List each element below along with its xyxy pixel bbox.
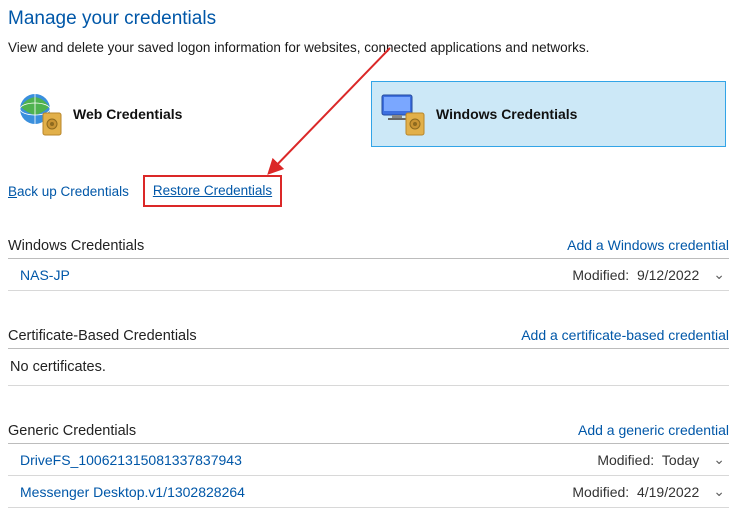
certificate-credentials-section-header: Certificate-Based Credentials Add a cert… bbox=[8, 325, 729, 349]
credential-modified: Modified: 4/19/2022 bbox=[572, 484, 699, 500]
windows-credentials-section-header: Windows Credentials Add a Windows creden… bbox=[8, 235, 729, 259]
annotation-highlight-box: Restore Credentials bbox=[143, 175, 282, 207]
chevron-down-icon[interactable]: ⌄ bbox=[713, 483, 725, 500]
tab-windows-credentials-label: Windows Credentials bbox=[436, 106, 577, 122]
add-generic-credential-link[interactable]: Add a generic credential bbox=[578, 422, 729, 438]
certificate-credentials-title: Certificate-Based Credentials bbox=[8, 328, 197, 344]
tab-web-credentials-label: Web Credentials bbox=[73, 106, 182, 122]
add-windows-credential-link[interactable]: Add a Windows credential bbox=[567, 237, 729, 253]
chevron-down-icon[interactable]: ⌄ bbox=[713, 451, 725, 468]
credential-modified: Modified: Today bbox=[597, 452, 699, 468]
generic-credentials-section-header: Generic Credentials Add a generic creden… bbox=[8, 420, 729, 444]
globe-vault-icon bbox=[15, 89, 65, 139]
credential-row[interactable]: DriveFS_100621315081337837943 Modified: … bbox=[8, 444, 729, 476]
page-title: Manage your credentials bbox=[8, 8, 729, 30]
credential-name: DriveFS_100621315081337837943 bbox=[20, 452, 242, 468]
credential-type-tabs: Web Credentials Windows Credentials bbox=[8, 81, 729, 147]
windows-credentials-title: Windows Credentials bbox=[8, 238, 144, 254]
page-subtitle: View and delete your saved logon informa… bbox=[8, 40, 729, 55]
credential-name: Messenger Desktop.v1/1302828264 bbox=[20, 484, 245, 500]
tab-windows-credentials[interactable]: Windows Credentials bbox=[371, 81, 726, 147]
generic-credentials-title: Generic Credentials bbox=[8, 423, 136, 439]
add-certificate-credential-link[interactable]: Add a certificate-based credential bbox=[521, 327, 729, 343]
credential-name: NAS-JP bbox=[20, 267, 70, 283]
credential-row[interactable]: NAS-JP Modified: 9/12/2022 ⌄ bbox=[8, 259, 729, 291]
credential-modified: Modified: 9/12/2022 bbox=[572, 267, 699, 283]
backup-restore-links: Back up Credentials Restore Credentials bbox=[8, 175, 729, 207]
monitor-vault-icon bbox=[378, 89, 428, 139]
tab-web-credentials[interactable]: Web Credentials bbox=[8, 81, 363, 147]
backup-credentials-link[interactable]: Back up Credentials bbox=[8, 184, 129, 199]
credential-row[interactable]: Messenger Desktop.v1/1302828264 Modified… bbox=[8, 476, 729, 508]
chevron-down-icon[interactable]: ⌄ bbox=[713, 266, 725, 283]
restore-credentials-link[interactable]: Restore Credentials bbox=[153, 183, 272, 198]
no-certificates-text: No certificates. bbox=[8, 349, 729, 386]
